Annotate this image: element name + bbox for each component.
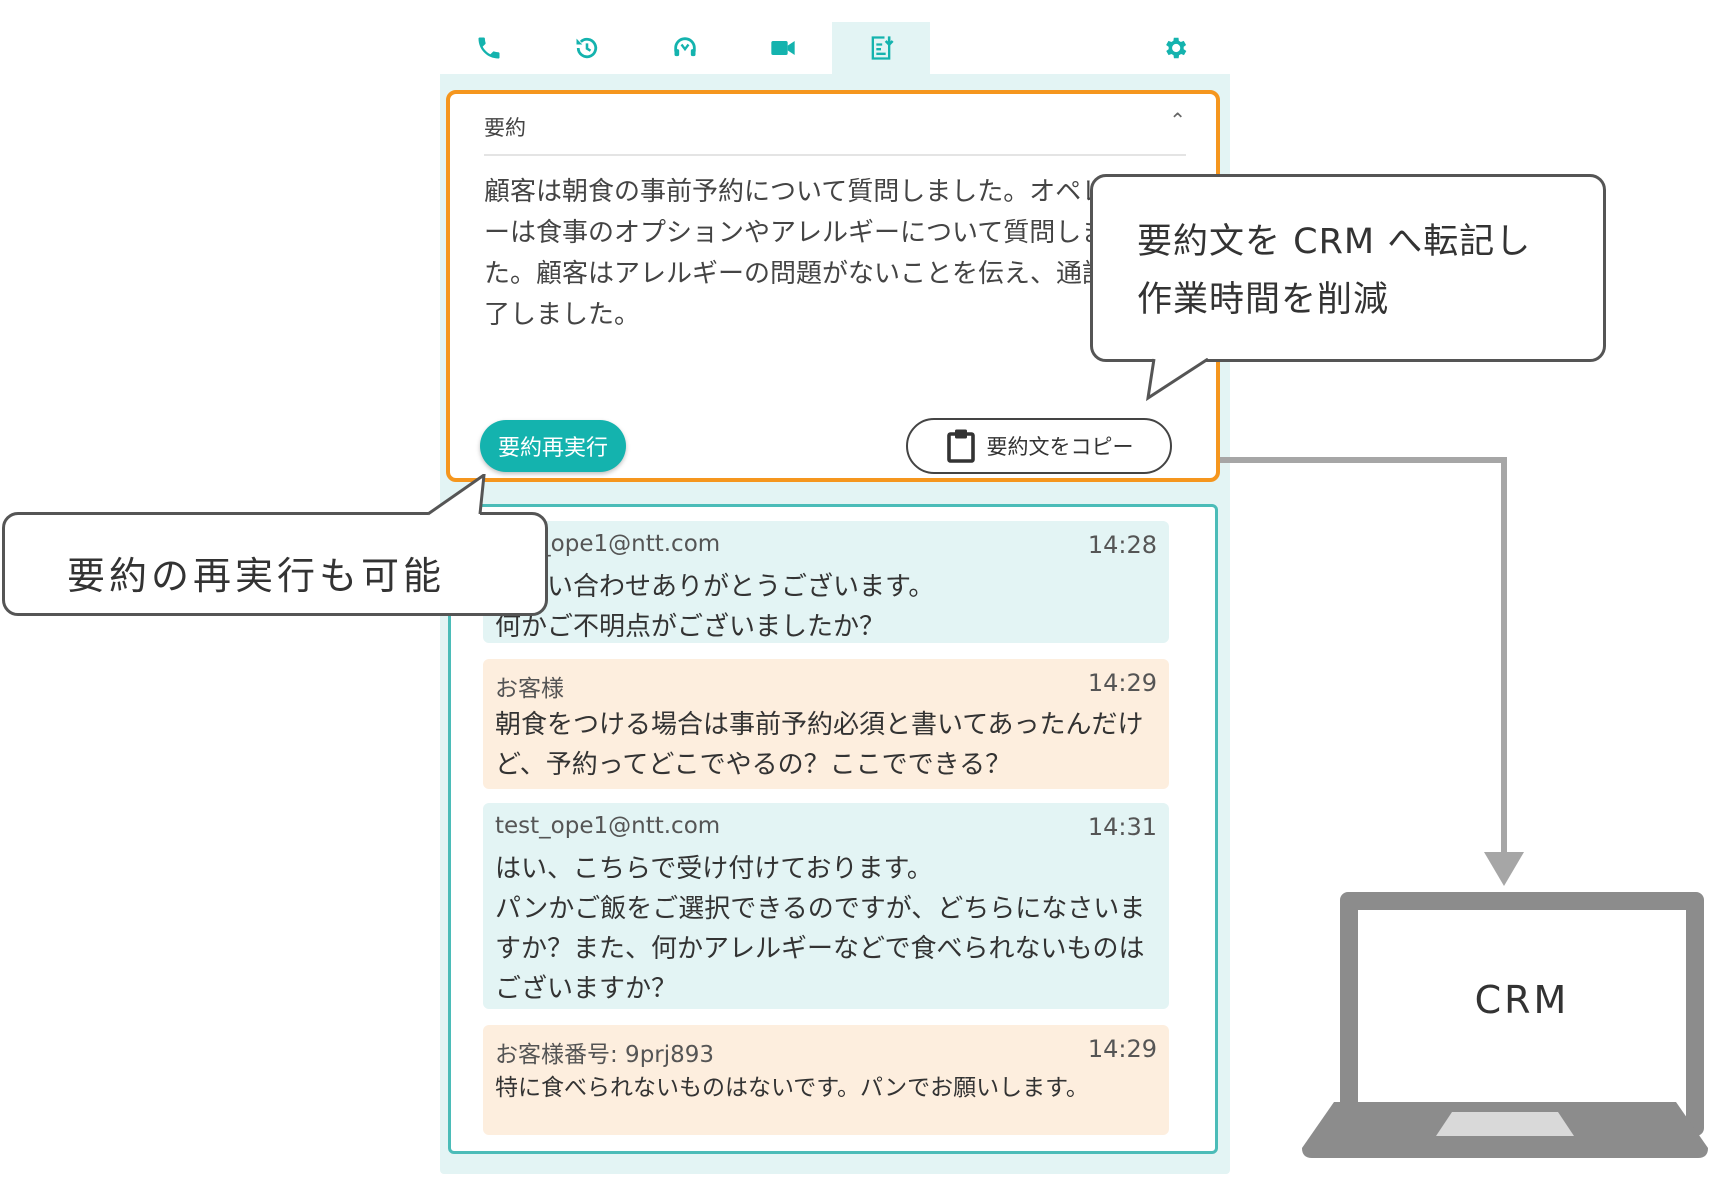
callout-tail <box>428 474 486 516</box>
callout-crm-transfer: 要約文を CRM へ転記し 作業時間を削減 <box>1090 174 1606 362</box>
arrow-down-icon <box>1484 852 1524 886</box>
laptop-base-icon <box>1302 1102 1708 1158</box>
callout-crm-transfer-text: 要約文を CRM へ転記し 作業時間を削減 <box>1137 222 1532 320</box>
callout-tail <box>1146 358 1209 402</box>
crm-label: CRM <box>1474 978 1570 1022</box>
crm-laptop-screen: CRM <box>1340 892 1704 1136</box>
callout-rerun-possible: 要約の再実行も可能 <box>2 512 548 616</box>
callout-rerun-text: 要約の再実行も可能 <box>67 554 446 598</box>
